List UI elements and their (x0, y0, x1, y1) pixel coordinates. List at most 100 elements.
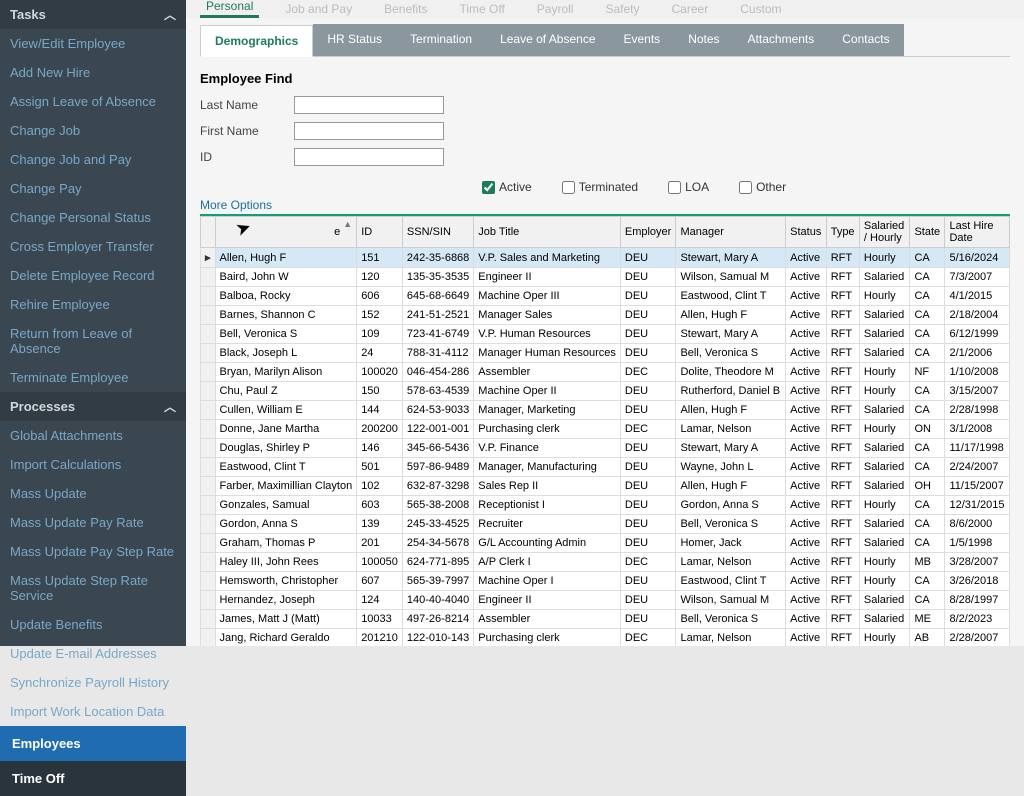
cell: Active (786, 382, 827, 401)
top-tab[interactable]: Job and Pay (279, 2, 358, 18)
sub-tab[interactable]: Events (610, 24, 675, 56)
sub-tab[interactable]: Contacts (828, 24, 903, 56)
table-row[interactable]: Gordon, Anna S139245-33-4525RecruiterDEU… (201, 515, 1010, 534)
table-row[interactable]: Jang, Richard Geraldo201210122-010-143Pu… (201, 629, 1010, 647)
employees-nav-button[interactable]: Employees (0, 726, 186, 761)
column-header[interactable]: State (910, 217, 945, 248)
table-row[interactable]: Farber, Maximillian Clayton102632-87-329… (201, 477, 1010, 496)
cell: Active (786, 344, 827, 363)
table-row[interactable]: Baird, John W120135-35-3535Engineer IIDE… (201, 268, 1010, 287)
id-input[interactable] (294, 148, 444, 166)
sub-tab[interactable]: HR Status (313, 24, 396, 56)
filter-active-checkbox[interactable] (482, 181, 495, 194)
sub-tab[interactable]: Demographics (200, 25, 313, 57)
process-item[interactable]: Mass Update Pay Rate (0, 508, 186, 537)
table-row[interactable]: Bryan, Marilyn Alison100020046-454-286As… (201, 363, 1010, 382)
column-header[interactable]: Status (786, 217, 827, 248)
sub-tab[interactable]: Notes (674, 24, 733, 56)
cell: Homer, Jack (676, 534, 786, 553)
top-tab[interactable]: Time Off (453, 2, 510, 18)
filter-active[interactable]: Active (482, 180, 532, 194)
filter-other-checkbox[interactable] (739, 181, 752, 194)
filter-terminated[interactable]: Terminated (562, 180, 638, 194)
table-row[interactable]: Hernandez, Joseph124140-40-4040Engineer … (201, 591, 1010, 610)
task-item[interactable]: Cross Employer Transfer (0, 232, 186, 261)
process-item[interactable]: Update E-mail Addresses (0, 639, 186, 668)
table-row[interactable]: ▸Allen, Hugh F151242-35-6868V.P. Sales a… (201, 248, 1010, 268)
table-row[interactable]: Graham, Thomas P201254-34-5678G/L Accoun… (201, 534, 1010, 553)
process-item[interactable]: Mass Update Step Rate Service (0, 566, 186, 610)
cell: CA (910, 458, 945, 477)
cell: Stewart, Mary A (676, 325, 786, 344)
cell: V.P. Finance (474, 439, 621, 458)
column-header[interactable] (201, 217, 216, 248)
task-item[interactable]: Change Job and Pay (0, 145, 186, 174)
filter-other[interactable]: Other (739, 180, 786, 194)
firstname-input[interactable] (294, 122, 444, 140)
table-row[interactable]: Eastwood, Clint T501597-86-9489Manager, … (201, 458, 1010, 477)
column-header[interactable]: Salaried / Hourly (859, 217, 910, 248)
table-row[interactable]: Barnes, Shannon C152241-51-2521Manager S… (201, 306, 1010, 325)
process-item[interactable]: Mass Update Pay Step Rate (0, 537, 186, 566)
process-item[interactable]: Mass Update (0, 479, 186, 508)
table-row[interactable]: Bell, Veronica S109723-41-6749V.P. Human… (201, 325, 1010, 344)
table-row[interactable]: Haley III, John Rees100050624-771-895A/P… (201, 553, 1010, 572)
task-item[interactable]: Change Pay (0, 174, 186, 203)
tasks-header[interactable]: Tasks ︿ (0, 0, 186, 29)
task-item[interactable]: Change Job (0, 116, 186, 145)
filter-loa-checkbox[interactable] (668, 181, 681, 194)
top-tab[interactable]: Personal (200, 0, 259, 18)
more-options-link[interactable]: More Options (186, 198, 1024, 214)
table-row[interactable]: Gonzales, Samual603565-38-2008Receptioni… (201, 496, 1010, 515)
sub-tab[interactable]: Termination (396, 24, 486, 56)
process-item[interactable]: Import Work Location Data (0, 697, 186, 726)
column-header[interactable]: Last Hire Date (945, 217, 1010, 248)
sub-tab[interactable]: Leave of Absence (486, 24, 609, 56)
table-row[interactable]: Chu, Paul Z150578-63-4539Machine Oper II… (201, 382, 1010, 401)
table-row[interactable]: Black, Joseph L24788-31-4112Manager Huma… (201, 344, 1010, 363)
sub-tab[interactable]: Attachments (734, 24, 829, 56)
task-item[interactable]: Assign Leave of Absence (0, 87, 186, 116)
column-header[interactable]: Employer (620, 217, 676, 248)
task-item[interactable]: Rehire Employee (0, 290, 186, 319)
processes-header[interactable]: Processes ︿ (0, 392, 186, 421)
top-tab[interactable]: Career (666, 2, 715, 18)
cell: 139 (357, 515, 403, 534)
cell: CA (910, 382, 945, 401)
process-item[interactable]: Import Calculations (0, 450, 186, 479)
task-item[interactable]: Delete Employee Record (0, 261, 186, 290)
task-item[interactable]: Return from Leave of Absence (0, 319, 186, 363)
table-row[interactable]: Cullen, William E144624-53-9033Manager, … (201, 401, 1010, 420)
column-header[interactable]: Type (826, 217, 859, 248)
column-header[interactable]: Job Title (474, 217, 621, 248)
top-tab[interactable]: Custom (734, 2, 787, 18)
cell: 109 (357, 325, 403, 344)
process-item[interactable]: Synchronize Payroll History (0, 668, 186, 697)
cell: DEU (620, 458, 676, 477)
row-header: ▸ (201, 248, 216, 268)
table-row[interactable]: James, Matt J (Matt)10033497-26-8214Asse… (201, 610, 1010, 629)
top-tab[interactable]: Payroll (531, 2, 580, 18)
column-header[interactable]: SSN/SIN (402, 217, 473, 248)
task-item[interactable]: View/Edit Employee (0, 29, 186, 58)
filter-terminated-checkbox[interactable] (562, 181, 575, 194)
lastname-input[interactable] (294, 96, 444, 114)
process-item[interactable]: Update Benefits (0, 610, 186, 639)
filter-loa[interactable]: LOA (668, 180, 709, 194)
column-header[interactable]: ID (357, 217, 403, 248)
table-row[interactable]: Balboa, Rocky606645-68-6649Machine Oper … (201, 287, 1010, 306)
column-header[interactable]: Manager (676, 217, 786, 248)
task-item[interactable]: Add New Hire (0, 58, 186, 87)
cell: 10033 (357, 610, 403, 629)
top-tab[interactable]: Safety (599, 2, 645, 18)
task-item[interactable]: Terminate Employee (0, 363, 186, 392)
top-tab[interactable]: Benefits (378, 2, 433, 18)
cell: 151 (357, 248, 403, 268)
timeoff-nav-button[interactable]: Time Off (0, 761, 186, 796)
table-row[interactable]: Donne, Jane Martha200200122-001-001Purch… (201, 420, 1010, 439)
table-row[interactable]: Hemsworth, Christopher607565-39-7997Mach… (201, 572, 1010, 591)
task-item[interactable]: Change Personal Status (0, 203, 186, 232)
process-item[interactable]: Global Attachments (0, 421, 186, 450)
table-row[interactable]: Douglas, Shirley P146345-66-5436V.P. Fin… (201, 439, 1010, 458)
column-header[interactable]: e▲ (215, 217, 357, 248)
